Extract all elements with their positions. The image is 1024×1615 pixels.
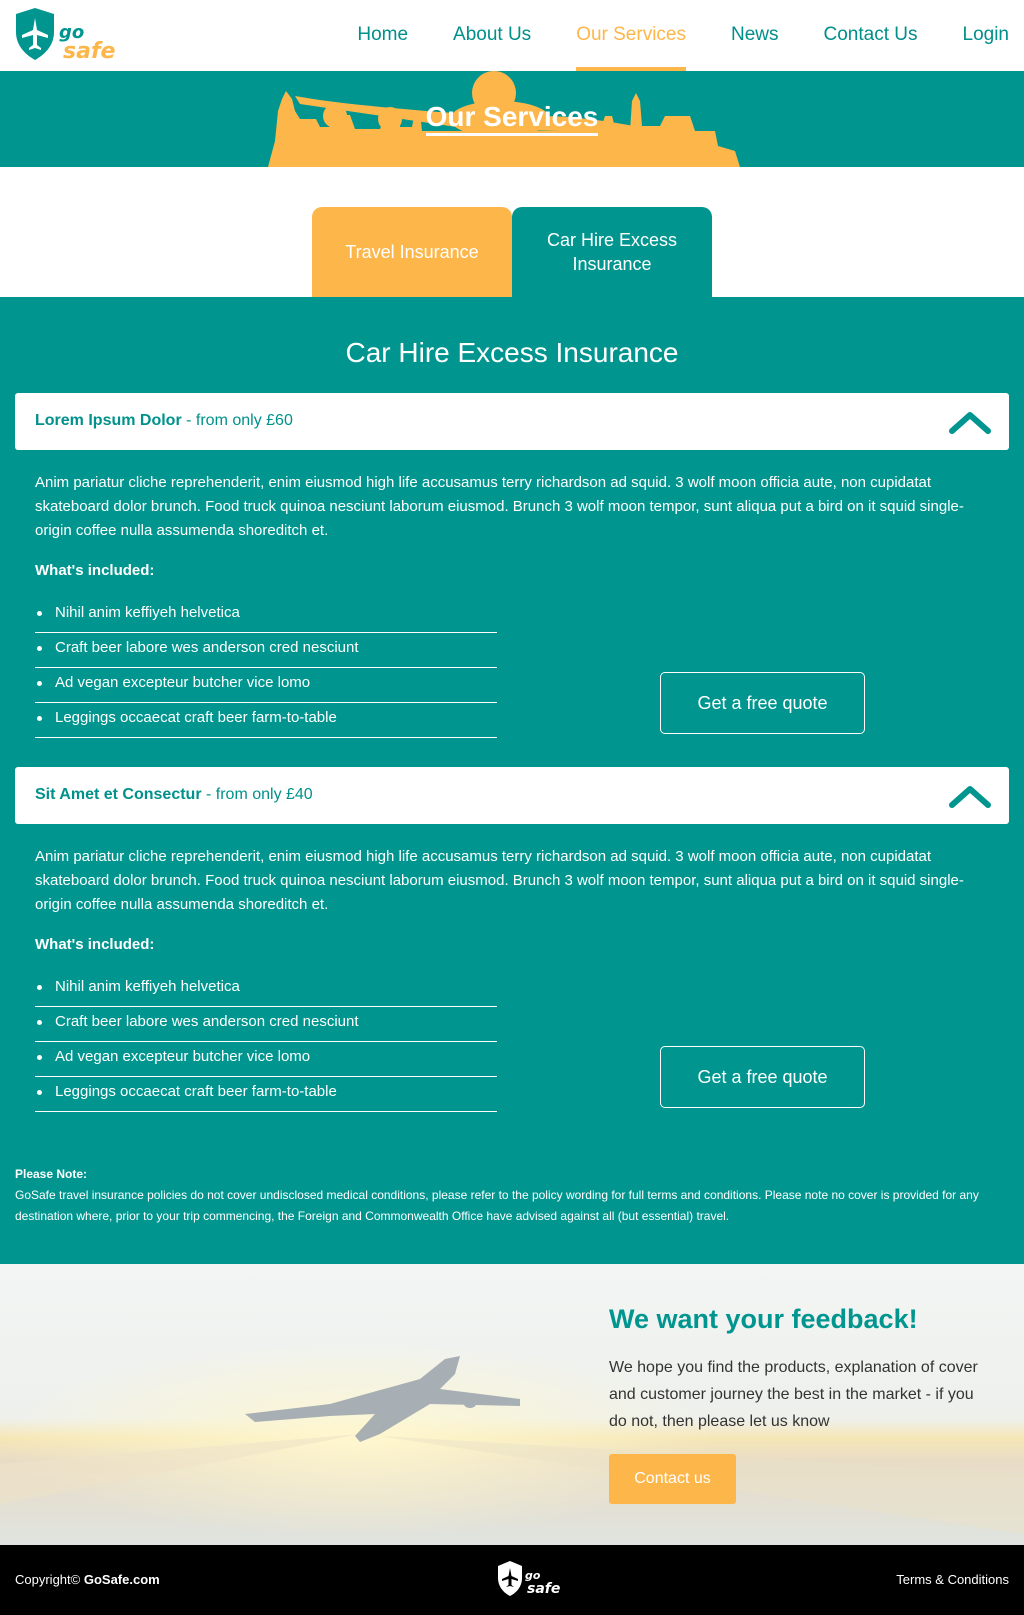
- feedback-section: We want your feedback! We hope you find …: [0, 1264, 1024, 1545]
- policy-description: Anim pariatur cliche reprehenderit, enim…: [35, 848, 964, 913]
- policy-title: Sit Amet et Consectur - from only £40: [35, 786, 313, 804]
- feedback-text: We hope you find the products, explanati…: [609, 1359, 978, 1430]
- policy-name: Lorem Ipsum Dolor: [35, 412, 182, 429]
- nav-our-services[interactable]: Our Services: [576, 0, 686, 71]
- nav-home[interactable]: Home: [357, 0, 408, 71]
- list-item: Ad vegan excepteur butcher vice lomo: [35, 1042, 497, 1077]
- main-content: Car Hire Excess Insurance Lorem Ipsum Do…: [0, 297, 1024, 1264]
- svg-text:safe: safe: [63, 39, 116, 64]
- contact-us-button[interactable]: Contact us: [609, 1454, 736, 1504]
- site-header: go safe Home About Us Our Services News …: [0, 0, 1024, 71]
- copyright-brand: GoSafe.com: [83, 1572, 160, 1587]
- get-quote-button[interactable]: Get a free quote: [660, 1046, 865, 1108]
- copyright: Copyright© GoSafe.com: [15, 1572, 160, 1587]
- accordion-body: Anim pariatur cliche reprehenderit, enim…: [35, 471, 995, 738]
- svg-text:safe: safe: [527, 1581, 560, 1597]
- list-item: Craft beer labore wes anderson cred nesc…: [35, 1007, 497, 1042]
- hero-title: Our Services: [0, 101, 1024, 136]
- accordion-header[interactable]: Sit Amet et Consectur - from only £40: [15, 767, 1009, 824]
- accordion-header[interactable]: Lorem Ipsum Dolor - from only £60: [15, 393, 1009, 450]
- chevron-up-icon[interactable]: [949, 783, 991, 809]
- tab-travel-insurance[interactable]: Travel Insurance: [312, 207, 512, 297]
- included-label: What's included:: [35, 562, 155, 579]
- included-list: Nihil anim keffiyeh helvetica Craft beer…: [35, 972, 497, 1112]
- list-item: Nihil anim keffiyeh helvetica: [35, 972, 497, 1007]
- chevron-up-icon[interactable]: [949, 409, 991, 435]
- get-quote-button[interactable]: Get a free quote: [660, 672, 865, 734]
- nav-news[interactable]: News: [731, 0, 779, 71]
- main-nav: Home About Us Our Services News Contact …: [357, 0, 1024, 71]
- gosafe-logo[interactable]: go safe: [13, 8, 117, 64]
- policy-description: Anim pariatur cliche reprehenderit, enim…: [35, 474, 964, 539]
- list-item: Leggings occaecat craft beer farm-to-tab…: [35, 703, 497, 738]
- list-item: Craft beer labore wes anderson cred nesc…: [35, 633, 497, 668]
- please-note: Please Note: GoSafe travel insurance pol…: [15, 1164, 1005, 1227]
- list-item: Nihil anim keffiyeh helvetica: [35, 598, 497, 633]
- included-label: What's included:: [35, 936, 155, 953]
- section-title: Car Hire Excess Insurance: [345, 337, 679, 368]
- included-list: Nihil anim keffiyeh helvetica Craft beer…: [35, 598, 497, 738]
- policy-name: Sit Amet et Consectur: [35, 786, 202, 803]
- policy-price: - from only £40: [201, 786, 313, 803]
- footer-logo[interactable]: go safe: [496, 1561, 560, 1597]
- policy-title: Lorem Ipsum Dolor - from only £60: [35, 412, 293, 430]
- policy-price: - from only £60: [181, 412, 293, 429]
- note-label: Please Note:: [15, 1167, 88, 1181]
- nav-about-us[interactable]: About Us: [453, 0, 531, 71]
- nav-contact-us[interactable]: Contact Us: [824, 0, 918, 71]
- site-footer: Copyright© GoSafe.com go safe Terms & Co…: [0, 1545, 1024, 1615]
- note-text: GoSafe travel insurance policies do not …: [15, 1188, 979, 1223]
- tab-car-hire-excess-insurance[interactable]: Car Hire Excess Insurance: [512, 207, 712, 297]
- insurance-tabs: Travel Insurance Car Hire Excess Insuran…: [312, 207, 712, 297]
- accordion-body: Anim pariatur cliche reprehenderit, enim…: [35, 845, 995, 1112]
- list-item: Leggings occaecat craft beer farm-to-tab…: [35, 1077, 497, 1112]
- list-item: Ad vegan excepteur butcher vice lomo: [35, 668, 497, 703]
- hero-banner: Our Services: [0, 71, 1024, 167]
- nav-login[interactable]: Login: [963, 0, 1010, 71]
- terms-link[interactable]: Terms & Conditions: [896, 1572, 1009, 1587]
- copyright-label: Copyright©: [15, 1572, 81, 1587]
- feedback-title: We want your feedback!: [609, 1304, 918, 1334]
